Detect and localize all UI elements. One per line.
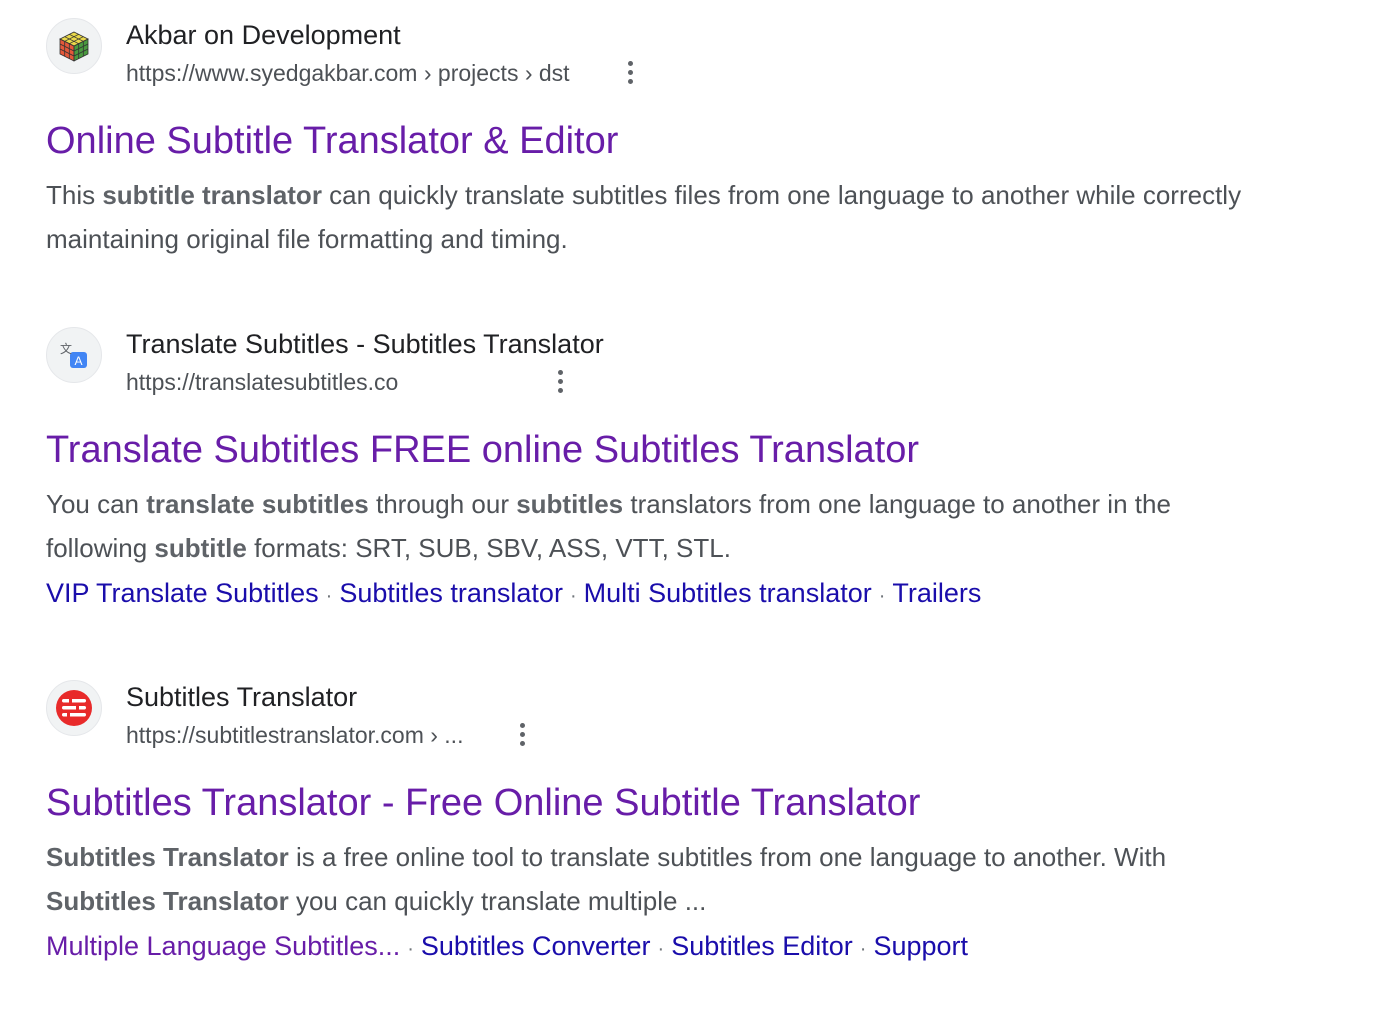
sitelink-separator: · xyxy=(325,585,333,607)
sitelink-separator: · xyxy=(878,585,886,607)
site-url[interactable]: https://www.syedgakbar.com › projects › … xyxy=(126,59,570,87)
sitelink[interactable]: Subtitles Editor xyxy=(671,931,853,961)
svg-text:A: A xyxy=(74,354,82,368)
snippet-bold-text: subtitles xyxy=(516,489,624,519)
snippet-text: formats: SRT, SUB, SBV, ASS, VTT, STL. xyxy=(246,533,731,563)
translate-icon[interactable]: A 文 xyxy=(46,327,102,383)
sitelink[interactable]: Support xyxy=(873,931,968,961)
svg-text:文: 文 xyxy=(60,341,72,356)
search-result: Subtitles Translator https://subtitlestr… xyxy=(46,680,1306,961)
sitelink[interactable]: Subtitles translator xyxy=(339,578,563,608)
snippet-bold-text: subtitle xyxy=(154,533,247,563)
site-url[interactable]: https://translatesubtitles.co xyxy=(126,368,398,396)
subtitles-lines-icon[interactable] xyxy=(46,680,102,736)
snippet-bold-text: translate subtitles xyxy=(146,489,369,519)
more-options-icon[interactable] xyxy=(618,56,642,88)
result-header: A 文 Translate Subtitles - Subtitles Tran… xyxy=(46,327,1306,395)
more-options-icon[interactable] xyxy=(510,718,534,750)
sitelink-separator: · xyxy=(569,585,577,607)
snippet-text: you can quickly translate multiple ... xyxy=(288,886,707,916)
site-name[interactable]: Subtitles Translator xyxy=(126,680,357,714)
snippet-bold-text: subtitle translator xyxy=(102,180,322,210)
sitelink[interactable]: Multi Subtitles translator xyxy=(584,578,872,608)
sitelink[interactable]: Subtitles Converter xyxy=(421,931,651,961)
sitelink-separator: · xyxy=(657,938,665,960)
result-snippet: You can translate subtitles through our … xyxy=(46,482,1276,570)
result-title-link[interactable]: Translate Subtitles FREE online Subtitle… xyxy=(46,427,919,473)
sitelink-separator: · xyxy=(407,938,414,960)
site-url[interactable]: https://subtitlestranslator.com › ... xyxy=(126,721,463,749)
sitelink[interactable]: Trailers xyxy=(892,578,981,608)
search-result: Akbar on Development https://www.syedgak… xyxy=(46,18,1306,254)
snippet-text: is a free online tool to translate subti… xyxy=(288,842,1167,872)
result-header: Subtitles Translator https://subtitlestr… xyxy=(46,680,1306,748)
sitelink[interactable]: Multiple Language Subtitles... xyxy=(46,931,400,961)
sitelink-separator: · xyxy=(859,938,867,960)
snippet-text: This xyxy=(46,180,103,210)
snippet-bold-text: Subtitles Translator xyxy=(46,886,289,916)
result-snippet: This subtitle translator can quickly tra… xyxy=(46,173,1276,261)
search-result: A 文 Translate Subtitles - Subtitles Tran… xyxy=(46,327,1306,608)
snippet-text: You can xyxy=(46,489,147,519)
rubiks-cube-icon[interactable] xyxy=(46,18,102,74)
sitelinks: VIP Translate Subtitles · Subtitles transl… xyxy=(46,575,981,614)
snippet-bold-text: Subtitles Translator xyxy=(46,842,289,872)
result-title-link[interactable]: Subtitles Translator - Free Online Subti… xyxy=(46,780,920,826)
result-title-link[interactable]: Online Subtitle Translator & Editor xyxy=(46,118,618,164)
snippet-text: through our xyxy=(368,489,517,519)
more-options-icon[interactable] xyxy=(548,365,572,397)
site-name[interactable]: Akbar on Development xyxy=(126,18,401,52)
result-snippet: Subtitles Translator is a free online to… xyxy=(46,835,1276,923)
sitelink[interactable]: VIP Translate Subtitles xyxy=(46,578,319,608)
result-header: Akbar on Development https://www.syedgak… xyxy=(46,18,1306,86)
site-name[interactable]: Translate Subtitles - Subtitles Translat… xyxy=(126,327,604,361)
sitelinks: Multiple Language Subtitles... · Subtitles… xyxy=(46,928,968,967)
